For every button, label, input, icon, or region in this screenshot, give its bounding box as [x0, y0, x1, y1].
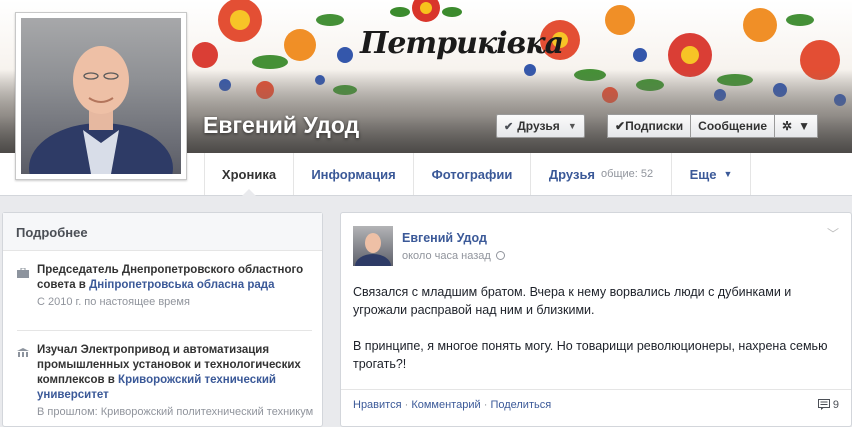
check-icon: ✔ [504, 120, 514, 133]
check-icon: ✔ [615, 119, 626, 133]
comment-link[interactable]: Комментарий [411, 399, 480, 411]
subscriptions-button[interactable]: ✔ Подписки [607, 114, 692, 138]
tab-label: Информация [311, 166, 396, 182]
comment-icon [817, 399, 830, 410]
tab-about[interactable]: Информация [293, 153, 413, 195]
divider [17, 330, 312, 331]
post-author-name[interactable]: Евгений Удод [402, 231, 487, 245]
comment-count-value: 9 [832, 399, 839, 411]
work-text: Председатель Днепропетровского областног… [37, 263, 314, 293]
gear-icon: ✲ [782, 119, 793, 133]
settings-button[interactable]: ✲ ▼ [775, 114, 818, 138]
caret-down-icon: ▼ [723, 169, 733, 179]
message-button-label: Сообщение [698, 119, 768, 133]
education-text: Изучал Электропривод и автоматизация про… [37, 343, 314, 403]
post-author-avatar[interactable] [353, 226, 393, 266]
briefcase-icon [17, 268, 29, 278]
post-actions: Нравится · Комментарий · Поделиться 9 [341, 389, 851, 419]
work-period: С 2010 г. по настоящее время [37, 296, 190, 308]
post-paragraph: Связался с младшим братом. Вчера к нему … [353, 285, 792, 317]
comment-count[interactable]: 9 [817, 399, 839, 411]
education-item: Изучал Электропривод и автоматизация про… [17, 343, 314, 418]
friends-button-label: Друзья [517, 119, 560, 133]
post-body: Связался с младшим братом. Вчера к нему … [353, 283, 841, 391]
like-link[interactable]: Нравится [353, 399, 402, 411]
profile-picture[interactable] [15, 12, 187, 180]
chevron-down-icon[interactable]: ﹀ [827, 225, 839, 242]
mutual-friends-count: общие: 52 [601, 168, 654, 180]
tab-label: Друзья [548, 166, 596, 182]
details-title: Подробнее [3, 213, 322, 251]
tab-friends[interactable]: Друзья общие: 52 [530, 153, 671, 195]
profile-actions: ✔ Подписки Сообщение ✲ ▼ [607, 114, 818, 138]
share-link[interactable]: Поделиться [490, 399, 551, 411]
work-employer-link[interactable]: Днiпропетровська обласна рада [89, 279, 274, 291]
tab-label: Хроника [221, 166, 277, 182]
profile-person-image [29, 46, 173, 174]
tab-label: Фотографии [431, 166, 513, 182]
tab-photos[interactable]: Фотографии [413, 153, 530, 195]
tab-more[interactable]: Еще ▼ [671, 153, 751, 195]
post-paragraph: В принципе, я многое понять могу. Но тов… [353, 339, 828, 371]
message-button[interactable]: Сообщение [691, 114, 776, 138]
tab-timeline[interactable]: Хроника [204, 153, 293, 196]
school-icon [17, 348, 29, 357]
avatar-person-image [355, 233, 391, 266]
post-time[interactable]: около часа назад [402, 250, 505, 262]
subscriptions-button-label: Подписки [625, 119, 684, 133]
profile-name: Евгений Удод [203, 112, 360, 138]
friends-button[interactable]: ✔ Друзья ▼ [496, 114, 585, 138]
tab-label: Еще [689, 166, 717, 182]
work-item: Председатель Днепропетровского областног… [17, 263, 314, 308]
timeline-post: Евгений Удод около часа назад ﹀ Связался… [340, 212, 852, 427]
education-past: В прошлом: Криворожский политехнический … [37, 406, 314, 418]
caret-down-icon: ▼ [567, 121, 577, 131]
globe-icon [495, 251, 505, 260]
cover-logo: Петриківка [360, 26, 564, 61]
caret-down-icon: ▼ [798, 119, 810, 133]
profile-photo [21, 18, 181, 174]
details-card: Подробнее Председатель Днепропетровского… [2, 212, 323, 427]
post-timestamp: около часа назад [402, 250, 491, 262]
